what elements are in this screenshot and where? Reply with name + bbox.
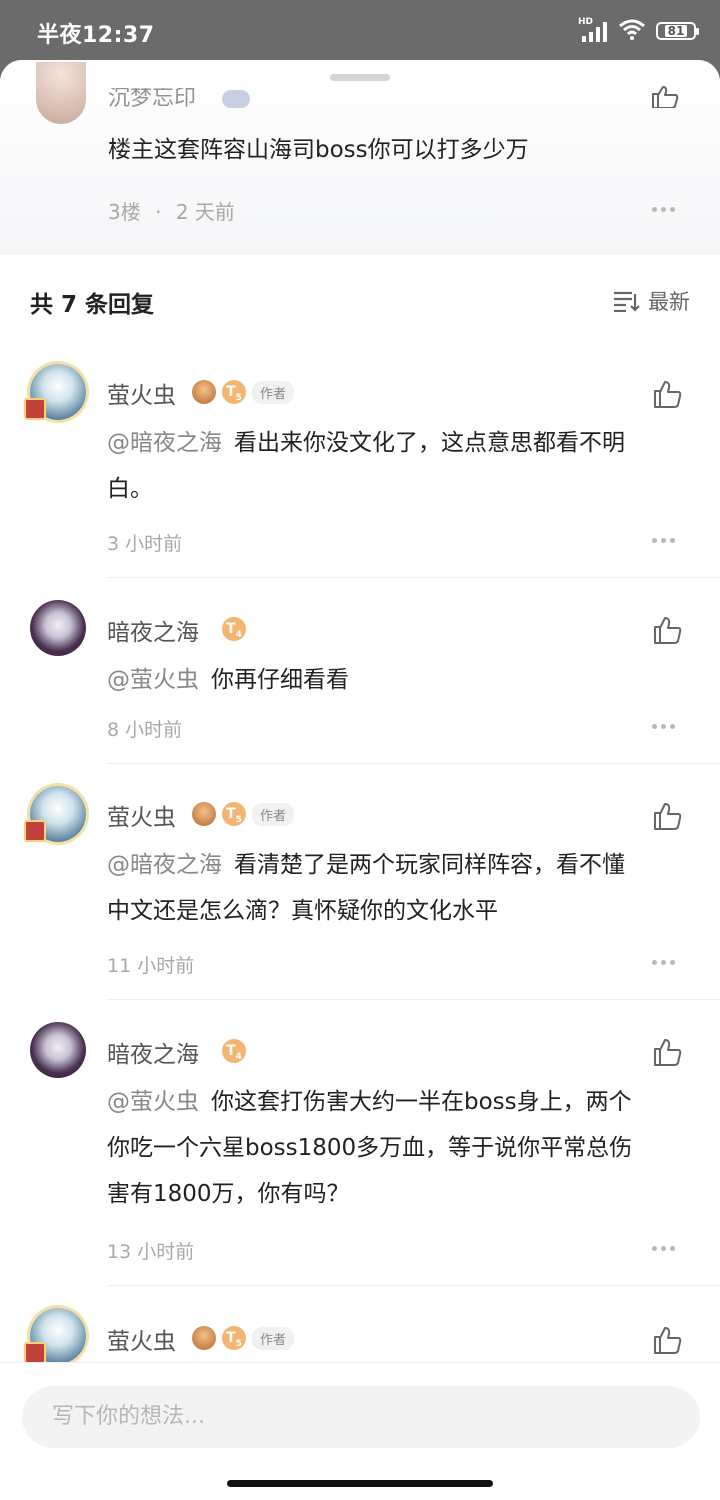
reply-line: 你吃一个六星boss1800多万血，等于说你平常总伤	[107, 1135, 633, 1161]
status-time: 半夜12:37	[37, 23, 155, 48]
battery-icon: 81	[656, 22, 699, 40]
drag-handle[interactable]	[330, 74, 390, 81]
comment-text: 楼主这套阵容山海司boss你可以打多少万	[108, 137, 529, 163]
reply-text: @暗夜之海 看清楚了是两个玩家同样阵容，看不懂 中文还是怎么滴？真怀疑你的文化水平	[107, 842, 692, 934]
reply-time: 3 小时前	[107, 533, 183, 555]
reply-line: 白。	[107, 476, 153, 502]
more-dots-icon[interactable]	[652, 1244, 682, 1252]
comment-sheet: 沉梦忘印 楼主这套阵容山海司boss你可以打多少万 3楼 · 2 天前 共 7 …	[0, 60, 720, 1499]
reply-line: 害有1800万，你有吗？	[107, 1181, 350, 1207]
mention-link[interactable]: @暗夜之海	[107, 430, 222, 456]
level-number: 4	[235, 629, 242, 640]
more-dots-icon[interactable]	[652, 722, 682, 730]
reply-line: 看清楚了是两个玩家同样阵容，看不懂	[234, 852, 625, 878]
home-indicator[interactable]	[227, 1480, 493, 1487]
user-name[interactable]: 萤火虫	[107, 376, 176, 410]
level-badge	[222, 90, 250, 108]
reply-time: 11 小时前	[107, 955, 195, 977]
avatar-frame-icon	[24, 1342, 46, 1364]
sort-button[interactable]: 最新	[612, 286, 690, 316]
level-number: 4	[235, 1051, 242, 1062]
reply-count: 共 7 条回复	[30, 292, 155, 318]
character-badge-icon	[192, 380, 216, 404]
reply-time: 13 小时前	[107, 1241, 195, 1263]
character-badge-icon	[192, 1326, 216, 1350]
battery-level: 81	[664, 25, 688, 37]
thumbs-up-icon[interactable]	[652, 1038, 682, 1066]
more-dots-icon[interactable]	[652, 958, 682, 966]
reply-item: 暗夜之海 T4 @萤火虫 你这套打伤害大约一半在boss身上，两个 你吃一个六星b…	[0, 1018, 720, 1288]
more-dots-icon[interactable]	[652, 536, 682, 544]
avatar[interactable]	[30, 600, 86, 656]
reply-line: 你这套打伤害大约一半在boss身上，两个	[211, 1089, 632, 1115]
author-name[interactable]: 沉梦忘印	[108, 88, 196, 112]
reply-line: 你再仔细看看	[211, 667, 349, 693]
author-tag: 作者	[252, 381, 295, 404]
floor-number: 3楼	[108, 200, 141, 224]
author-tag: 作者	[252, 803, 295, 826]
sort-list-icon	[614, 291, 640, 312]
level-badge: T4	[222, 617, 246, 641]
reply-text: @萤火虫 你再仔细看看	[107, 657, 692, 703]
comment-meta: 3楼 · 2 天前	[108, 196, 235, 225]
comment-input-bar: 写下你的想法...	[0, 1362, 720, 1500]
reply-line: 中文还是怎么滴？真怀疑你的文化水平	[107, 898, 498, 924]
avatar-frame-icon	[24, 820, 46, 842]
mention-link[interactable]: @暗夜之海	[107, 852, 222, 878]
user-name[interactable]: 暗夜之海	[107, 613, 199, 647]
avatar[interactable]	[36, 62, 86, 124]
user-name[interactable]: 暗夜之海	[107, 1035, 199, 1069]
character-badge-icon	[192, 802, 216, 826]
comment-time: 2 天前	[175, 200, 235, 224]
reply-line: 看出来你没文化了，这点意思都看不明	[234, 430, 625, 456]
sort-label: 最新	[648, 290, 690, 314]
level-number: 5	[235, 814, 242, 825]
thumbs-up-icon[interactable]	[652, 616, 682, 644]
reply-item: 萤火虫 T5 作者 @暗夜之海 看出来你没文化了，这点意思都看不明 白。 3 小时…	[0, 360, 720, 580]
meta-separator: ·	[155, 200, 162, 224]
divider	[107, 1285, 720, 1286]
mention-link[interactable]: @萤火虫	[107, 1089, 199, 1115]
status-bar: 半夜12:37 HD 81	[0, 0, 720, 62]
thumbs-up-icon[interactable]	[652, 802, 682, 830]
thumbs-up-icon[interactable]	[652, 1326, 682, 1354]
avatar-frame-icon	[24, 398, 46, 420]
user-name[interactable]: 萤火虫	[107, 1322, 176, 1356]
level-number: 5	[235, 392, 242, 403]
mention-link[interactable]: @萤火虫	[107, 667, 199, 693]
reply-item: 萤火虫 T5 作者	[0, 1304, 720, 1364]
user-name[interactable]: 萤火虫	[107, 798, 176, 832]
level-badge: T4	[222, 1039, 246, 1063]
original-comment: 沉梦忘印 楼主这套阵容山海司boss你可以打多少万 3楼 · 2 天前	[0, 60, 720, 255]
author-tag: 作者	[252, 1327, 295, 1350]
reply-text: @暗夜之海 看出来你没文化了，这点意思都看不明 白。	[107, 420, 692, 512]
more-dots-icon[interactable]	[652, 205, 682, 213]
level-badge: T5	[222, 380, 246, 404]
signal-icon: HD	[578, 17, 608, 42]
reply-item: 萤火虫 T5 作者 @暗夜之海 看清楚了是两个玩家同样阵容，看不懂 中文还是怎么滴…	[0, 782, 720, 1002]
thumbs-up-icon[interactable]	[652, 380, 682, 408]
wifi-icon	[618, 18, 646, 44]
avatar[interactable]	[30, 1022, 86, 1078]
level-number: 5	[235, 1338, 242, 1349]
level-badge: T5	[222, 802, 246, 826]
level-badge: T5	[222, 1326, 246, 1350]
comment-input[interactable]: 写下你的想法...	[22, 1386, 700, 1448]
network-label: HD	[578, 17, 594, 27]
reply-item: 暗夜之海 T4 @萤火虫 你再仔细看看 8 小时前	[0, 596, 720, 766]
reply-text: @萤火虫 你这套打伤害大约一半在boss身上，两个 你吃一个六星boss1800多…	[107, 1079, 692, 1217]
thumbs-up-icon[interactable]	[650, 86, 680, 108]
divider	[107, 577, 720, 578]
divider	[107, 763, 720, 764]
reply-time: 8 小时前	[107, 719, 183, 741]
status-icons: HD 81	[578, 17, 699, 44]
divider	[107, 999, 720, 1000]
